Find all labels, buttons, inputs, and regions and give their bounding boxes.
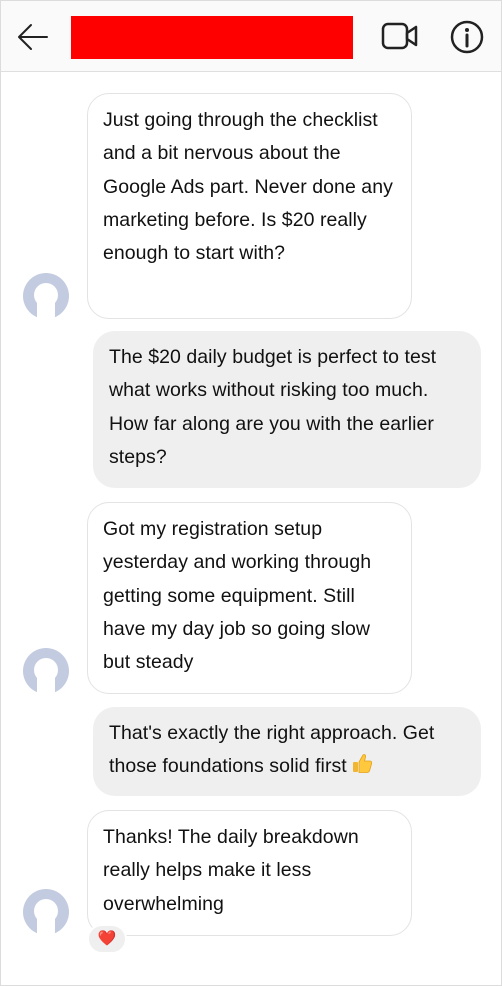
incoming-message[interactable]: Thanks! The daily breakdown really helps… <box>87 810 412 936</box>
message-text: The $20 daily budget is perfect to test … <box>109 346 437 468</box>
video-camera-icon <box>381 22 418 50</box>
outgoing-message[interactable]: The $20 daily budget is perfect to test … <box>93 331 481 488</box>
outgoing-message[interactable]: That's exactly the right approach. Get t… <box>93 707 481 796</box>
incoming-message[interactable]: Just going through the checklist and a b… <box>87 93 412 319</box>
heart-reaction[interactable]: ❤️ <box>87 924 127 954</box>
video-call-button[interactable] <box>381 21 419 53</box>
message-text: Just going through the checklist and a b… <box>103 109 393 265</box>
message-text: Got my registration setup yesterday and … <box>103 518 372 674</box>
thumbs-up-icon <box>352 754 372 774</box>
contact-avatar <box>23 648 69 694</box>
incoming-message[interactable]: Got my registration setup yesterday and … <box>87 502 412 694</box>
back-button[interactable] <box>15 19 51 55</box>
message-text: That's exactly the right approach. Get t… <box>109 722 435 778</box>
chat-header <box>1 1 501 72</box>
contact-avatar <box>23 273 69 319</box>
contact-avatar <box>23 889 69 935</box>
arrow-left-icon <box>18 24 48 50</box>
info-circle-icon <box>450 20 484 54</box>
redacted-contact-name <box>71 16 353 59</box>
info-button[interactable] <box>449 19 485 55</box>
reaction-emoji: ❤️ <box>97 930 117 947</box>
message-text: Thanks! The daily breakdown really helps… <box>103 826 359 915</box>
chat-window: Just going through the checklist and a b… <box>0 0 502 986</box>
